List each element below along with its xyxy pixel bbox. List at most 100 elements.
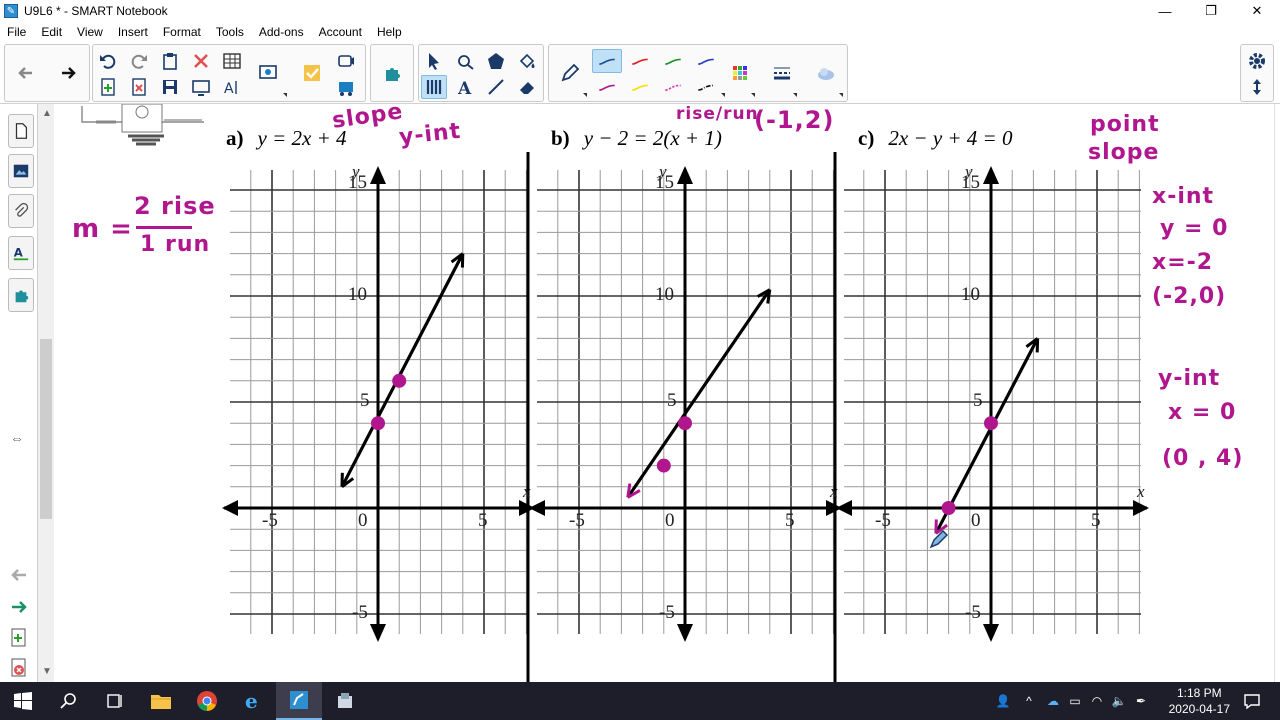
text-format-button[interactable]: A xyxy=(219,75,245,99)
gallery-tab[interactable] xyxy=(8,154,34,188)
table-button[interactable] xyxy=(219,49,245,73)
pen-style-5[interactable] xyxy=(592,75,622,99)
menu-insert[interactable]: Insert xyxy=(111,25,156,39)
menu-help[interactable]: Help xyxy=(370,25,410,39)
pen-type-caret-icon[interactable] xyxy=(583,93,587,97)
minimize-button[interactable]: — xyxy=(1142,0,1188,22)
screen-shade-button[interactable] xyxy=(188,75,214,99)
add-page-button[interactable] xyxy=(95,75,121,99)
pen-type-button[interactable] xyxy=(557,61,583,85)
smart-notebook-taskbar-button[interactable] xyxy=(276,682,322,720)
paperclip-icon xyxy=(15,202,29,217)
screen-capture-button[interactable] xyxy=(255,61,281,85)
document-camera-button[interactable] xyxy=(333,49,359,73)
response-button[interactable] xyxy=(299,61,325,85)
properties-tab[interactable]: A xyxy=(8,236,34,270)
sidebar-previous-page-button[interactable] xyxy=(8,566,30,587)
ink-x-int-y0: y = 0 xyxy=(1160,216,1229,241)
pen-style-8[interactable] xyxy=(691,75,721,99)
move-toolbar-button[interactable] xyxy=(1244,75,1270,99)
redo-button[interactable] xyxy=(126,49,152,73)
menu-edit[interactable]: Edit xyxy=(34,25,70,39)
show-hidden-icons-icon[interactable]: ^ xyxy=(1016,694,1042,708)
chrome-taskbar-button[interactable] xyxy=(184,682,230,720)
sidebar-next-page-button[interactable] xyxy=(8,598,30,619)
internet-explorer-taskbar-button[interactable]: e xyxy=(230,682,276,720)
taskbar-clock[interactable]: 1:18 PM 2020-04-17 xyxy=(1169,685,1230,717)
svg-text:A: A xyxy=(224,81,234,97)
pen-style-7[interactable] xyxy=(658,75,688,99)
system-tray: 👤 ^ ☁ ▭ ◠ 🔈 ✒ xyxy=(990,682,1152,720)
resize-sidebar-icon[interactable]: ⇔ xyxy=(10,430,24,446)
notebook-page-canvas[interactable]: a) y = 2x + 4 b) y − 2 = 2(x + 1) c) 2x − y… xyxy=(54,104,1280,682)
line-thickness-button[interactable] xyxy=(769,61,795,85)
sidebar-add-page-button[interactable] xyxy=(10,628,28,651)
screen-shade-icon xyxy=(192,80,210,96)
wifi-icon[interactable]: ◠ xyxy=(1086,694,1108,708)
page-icon xyxy=(15,123,28,139)
select-tool-button[interactable] xyxy=(421,49,447,73)
text-tool-button[interactable]: A xyxy=(452,75,478,99)
volume-icon[interactable]: 🔈 xyxy=(1108,694,1130,708)
settings-button[interactable] xyxy=(1244,49,1270,73)
pen-style-2[interactable] xyxy=(625,49,655,73)
pen-style-4[interactable] xyxy=(691,49,721,73)
smart-notebook-app-icon: ✎ xyxy=(4,4,18,18)
maximize-button[interactable]: ❐ xyxy=(1188,0,1234,22)
pen-workspace-icon[interactable]: ✒ xyxy=(1130,694,1152,708)
task-view-button[interactable] xyxy=(92,682,138,720)
fill-effect-button[interactable] xyxy=(813,61,839,85)
close-button[interactable]: ✕ xyxy=(1234,0,1280,22)
response-check-icon xyxy=(304,65,320,81)
undo-button[interactable] xyxy=(95,49,121,73)
installer-taskbar-button[interactable] xyxy=(322,682,368,720)
pen-style-3[interactable] xyxy=(658,49,688,73)
pen-styles-caret-icon[interactable] xyxy=(721,93,725,97)
scrollbar-thumb[interactable] xyxy=(40,339,52,519)
menu-file[interactable]: File xyxy=(0,25,34,39)
previous-page-button[interactable] xyxy=(13,61,39,85)
search-button[interactable] xyxy=(46,682,92,720)
fill-tool-button[interactable] xyxy=(514,49,540,73)
delete-page-button[interactable] xyxy=(126,75,152,99)
menu-view[interactable]: View xyxy=(70,25,111,39)
menu-add-ons[interactable]: Add-ons xyxy=(252,25,312,39)
eraser-tool-button[interactable] xyxy=(514,75,540,99)
line-tool-button[interactable] xyxy=(483,75,509,99)
onedrive-cloud-icon[interactable]: ☁ xyxy=(1042,694,1064,708)
shape-recognition-tool-button[interactable] xyxy=(452,49,478,73)
pen-color-caret-icon[interactable] xyxy=(751,93,755,97)
menu-tools[interactable]: Tools xyxy=(209,25,252,39)
pen-tool-button[interactable] xyxy=(421,75,447,99)
file-explorer-taskbar-button[interactable] xyxy=(138,682,184,720)
add-ons-tab[interactable] xyxy=(8,278,34,312)
sidebar-delete-page-button[interactable] xyxy=(10,658,28,681)
pen-color-button[interactable] xyxy=(727,61,753,85)
toolbar-tools-group: A xyxy=(418,44,544,102)
next-page-button[interactable] xyxy=(55,61,81,85)
lesson-activity-button[interactable] xyxy=(333,75,359,99)
scroll-up-icon[interactable]: ▲ xyxy=(42,108,52,119)
screen-capture-caret-icon[interactable] xyxy=(283,93,287,97)
shapes-tool-button[interactable] xyxy=(483,49,509,73)
line-thickness-caret-icon[interactable] xyxy=(793,93,797,97)
paste-button[interactable] xyxy=(157,49,183,73)
start-button[interactable] xyxy=(0,682,46,720)
add-ons-button[interactable] xyxy=(379,61,405,85)
menu-format[interactable]: Format xyxy=(156,25,209,39)
scroll-down-icon[interactable]: ▼ xyxy=(42,666,52,677)
fill-effect-cloud-icon xyxy=(818,68,834,80)
menu-account[interactable]: Account xyxy=(312,25,370,39)
fill-effect-caret-icon[interactable] xyxy=(839,93,843,97)
tick-x-5: 5 xyxy=(785,510,795,531)
battery-icon[interactable]: ▭ xyxy=(1064,694,1086,708)
attachments-tab[interactable] xyxy=(8,194,34,228)
save-button[interactable] xyxy=(157,75,183,99)
sidebar-scrollbar[interactable]: ▲ ▼ xyxy=(38,104,54,682)
pen-style-1[interactable] xyxy=(592,49,622,73)
pen-style-6[interactable] xyxy=(625,75,655,99)
action-center-button[interactable] xyxy=(1230,682,1274,720)
delete-button[interactable] xyxy=(188,49,214,73)
people-icon[interactable]: 👤 xyxy=(990,694,1016,708)
page-sorter-tab[interactable] xyxy=(8,114,34,148)
